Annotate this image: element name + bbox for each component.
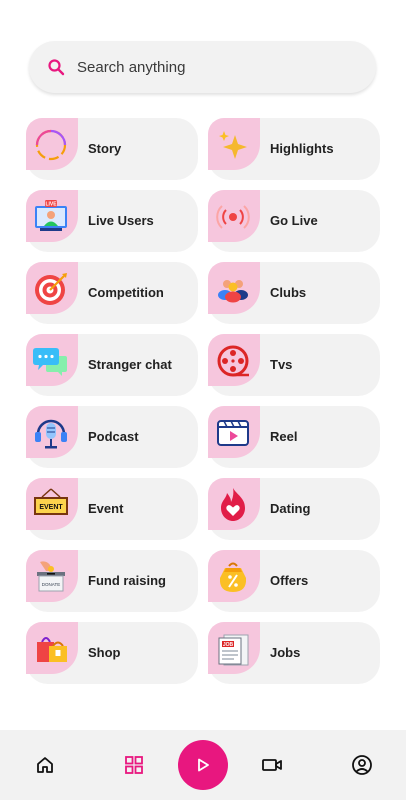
menu-item-dating[interactable]: Dating xyxy=(208,478,380,540)
menu-label: Live Users xyxy=(88,213,154,228)
menu-item-tvs[interactable]: Tvs xyxy=(208,334,380,396)
menu-item-highlights[interactable]: Highlights xyxy=(208,118,380,180)
menu-label: Offers xyxy=(270,573,309,588)
menu-label: Highlights xyxy=(270,141,334,156)
donate-box-text: DONATE xyxy=(42,582,60,587)
menu-item-shop[interactable]: Shop xyxy=(26,622,198,684)
menu-label: Event xyxy=(88,501,124,516)
menu-item-podcast[interactable]: Podcast xyxy=(26,406,198,468)
menu-label: Podcast xyxy=(88,429,139,444)
menu-grid: Story Highlights LIVE Live Users Go Live… xyxy=(26,118,380,684)
menu-label: Tvs xyxy=(270,357,293,372)
chat-bubbles-icon xyxy=(32,342,70,380)
menu-label: Stranger chat xyxy=(88,357,172,372)
menu-item-jobs[interactable]: JOB Jobs xyxy=(208,622,380,684)
broadcast-icon xyxy=(214,198,252,236)
search-input[interactable] xyxy=(75,57,339,77)
menu-item-clubs[interactable]: Clubs xyxy=(208,262,380,324)
event-sign-text: EVENT xyxy=(39,504,63,511)
offer-bag-icon xyxy=(214,558,252,596)
grid-icon[interactable] xyxy=(120,730,148,800)
menu-item-event[interactable]: EVENT Event xyxy=(26,478,198,540)
flame-heart-icon xyxy=(214,486,252,524)
event-sign-icon: EVENT xyxy=(32,486,70,524)
play-button[interactable] xyxy=(178,740,228,790)
menu-label: Jobs xyxy=(270,645,301,660)
story-ring-icon xyxy=(32,126,70,164)
menu-item-story[interactable]: Story xyxy=(26,118,198,180)
menu-label: Competition xyxy=(88,285,164,300)
podcast-mic-icon xyxy=(32,414,70,452)
sparkle-icon xyxy=(214,126,252,164)
live-tag: LIVE xyxy=(45,202,57,208)
home-icon[interactable] xyxy=(31,730,59,800)
search-icon xyxy=(47,58,65,76)
video-camera-icon[interactable] xyxy=(258,730,286,800)
menu-label: Reel xyxy=(270,429,298,444)
menu-item-fund-raising[interactable]: DONATE Fund raising xyxy=(26,550,198,612)
search-bar[interactable] xyxy=(29,41,376,93)
donation-box-icon: DONATE xyxy=(32,558,70,596)
menu-label: Go Live xyxy=(270,213,318,228)
menu-item-reel[interactable]: Reel xyxy=(208,406,380,468)
menu-label: Shop xyxy=(88,645,121,660)
video-player-icon xyxy=(214,414,252,452)
bottom-nav xyxy=(0,730,406,800)
menu-label: Fund raising xyxy=(88,573,166,588)
shopping-bags-icon xyxy=(32,630,70,668)
menu-item-stranger-chat[interactable]: Stranger chat xyxy=(26,334,198,396)
menu-item-go-live[interactable]: Go Live xyxy=(208,190,380,252)
menu-item-competition[interactable]: Competition xyxy=(26,262,198,324)
menu-item-live-users[interactable]: LIVE Live Users xyxy=(26,190,198,252)
target-icon xyxy=(32,270,70,308)
group-icon xyxy=(214,270,252,308)
menu-label: Clubs xyxy=(270,285,307,300)
menu-item-offers[interactable]: Offers xyxy=(208,550,380,612)
job-tag: JOB xyxy=(223,642,234,648)
profile-icon[interactable] xyxy=(348,730,376,800)
film-reel-icon xyxy=(214,342,252,380)
menu-label: Dating xyxy=(270,501,311,516)
play-icon xyxy=(195,757,211,773)
live-users-icon: LIVE xyxy=(32,198,70,236)
menu-label: Story xyxy=(88,141,122,156)
job-newspaper-icon: JOB xyxy=(214,630,252,668)
